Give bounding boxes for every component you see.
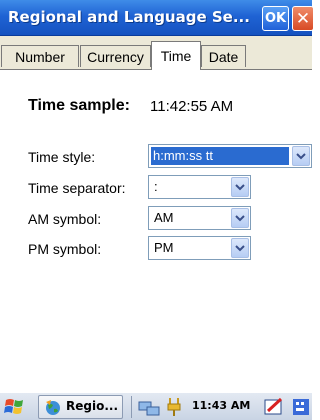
- time-separator-combo[interactable]: :: [148, 175, 251, 199]
- time-sample-label: Time sample:: [28, 97, 130, 114]
- chevron-down-icon[interactable]: [231, 177, 249, 197]
- close-button[interactable]: ✕: [292, 6, 314, 31]
- time-style-value: h:mm:ss tt: [151, 147, 289, 165]
- pm-symbol-value: PM: [154, 240, 174, 255]
- network-icon[interactable]: [138, 397, 160, 417]
- tab-strip: Number Currency Time Date: [0, 36, 312, 70]
- time-separator-value: :: [154, 179, 158, 194]
- chevron-down-icon[interactable]: [231, 208, 249, 228]
- am-symbol-combo[interactable]: AM: [148, 206, 251, 230]
- pm-symbol-combo[interactable]: PM: [148, 236, 251, 260]
- time-sample-value: 11:42:55 AM: [150, 98, 234, 115]
- ok-button[interactable]: OK: [262, 6, 289, 31]
- keyboard-icon[interactable]: [292, 397, 310, 417]
- input-panel-icon[interactable]: [264, 397, 286, 417]
- tab-time[interactable]: Time: [151, 41, 201, 70]
- window-title: Regional and Language Se...: [8, 8, 250, 26]
- tab-number[interactable]: Number: [1, 45, 79, 67]
- am-symbol-value: AM: [154, 210, 174, 225]
- power-plug-icon[interactable]: [164, 396, 184, 418]
- time-style-label: Time style:: [28, 149, 96, 165]
- tray-separator: [131, 396, 132, 418]
- tab-date[interactable]: Date: [201, 45, 246, 67]
- tab-currency[interactable]: Currency: [80, 45, 151, 67]
- time-style-combo[interactable]: h:mm:ss tt: [148, 144, 312, 168]
- taskbar: Regio... 11:43 AM: [0, 392, 312, 420]
- task-button-regional[interactable]: Regio...: [38, 395, 123, 419]
- title-bar: Regional and Language Se... OK ✕: [0, 0, 314, 36]
- pm-symbol-label: PM symbol:: [28, 241, 102, 257]
- chevron-down-icon[interactable]: [231, 238, 249, 258]
- time-separator-label: Time separator:: [28, 180, 126, 196]
- chevron-down-icon[interactable]: [292, 146, 310, 166]
- time-settings-panel: Time sample: 11:42:55 AM Time style: h:m…: [0, 70, 312, 385]
- start-windows-icon[interactable]: [4, 396, 28, 418]
- task-label: Regio...: [66, 399, 119, 413]
- globe-icon: [46, 400, 60, 415]
- clock[interactable]: 11:43 AM: [192, 399, 250, 412]
- am-symbol-label: AM symbol:: [28, 211, 102, 227]
